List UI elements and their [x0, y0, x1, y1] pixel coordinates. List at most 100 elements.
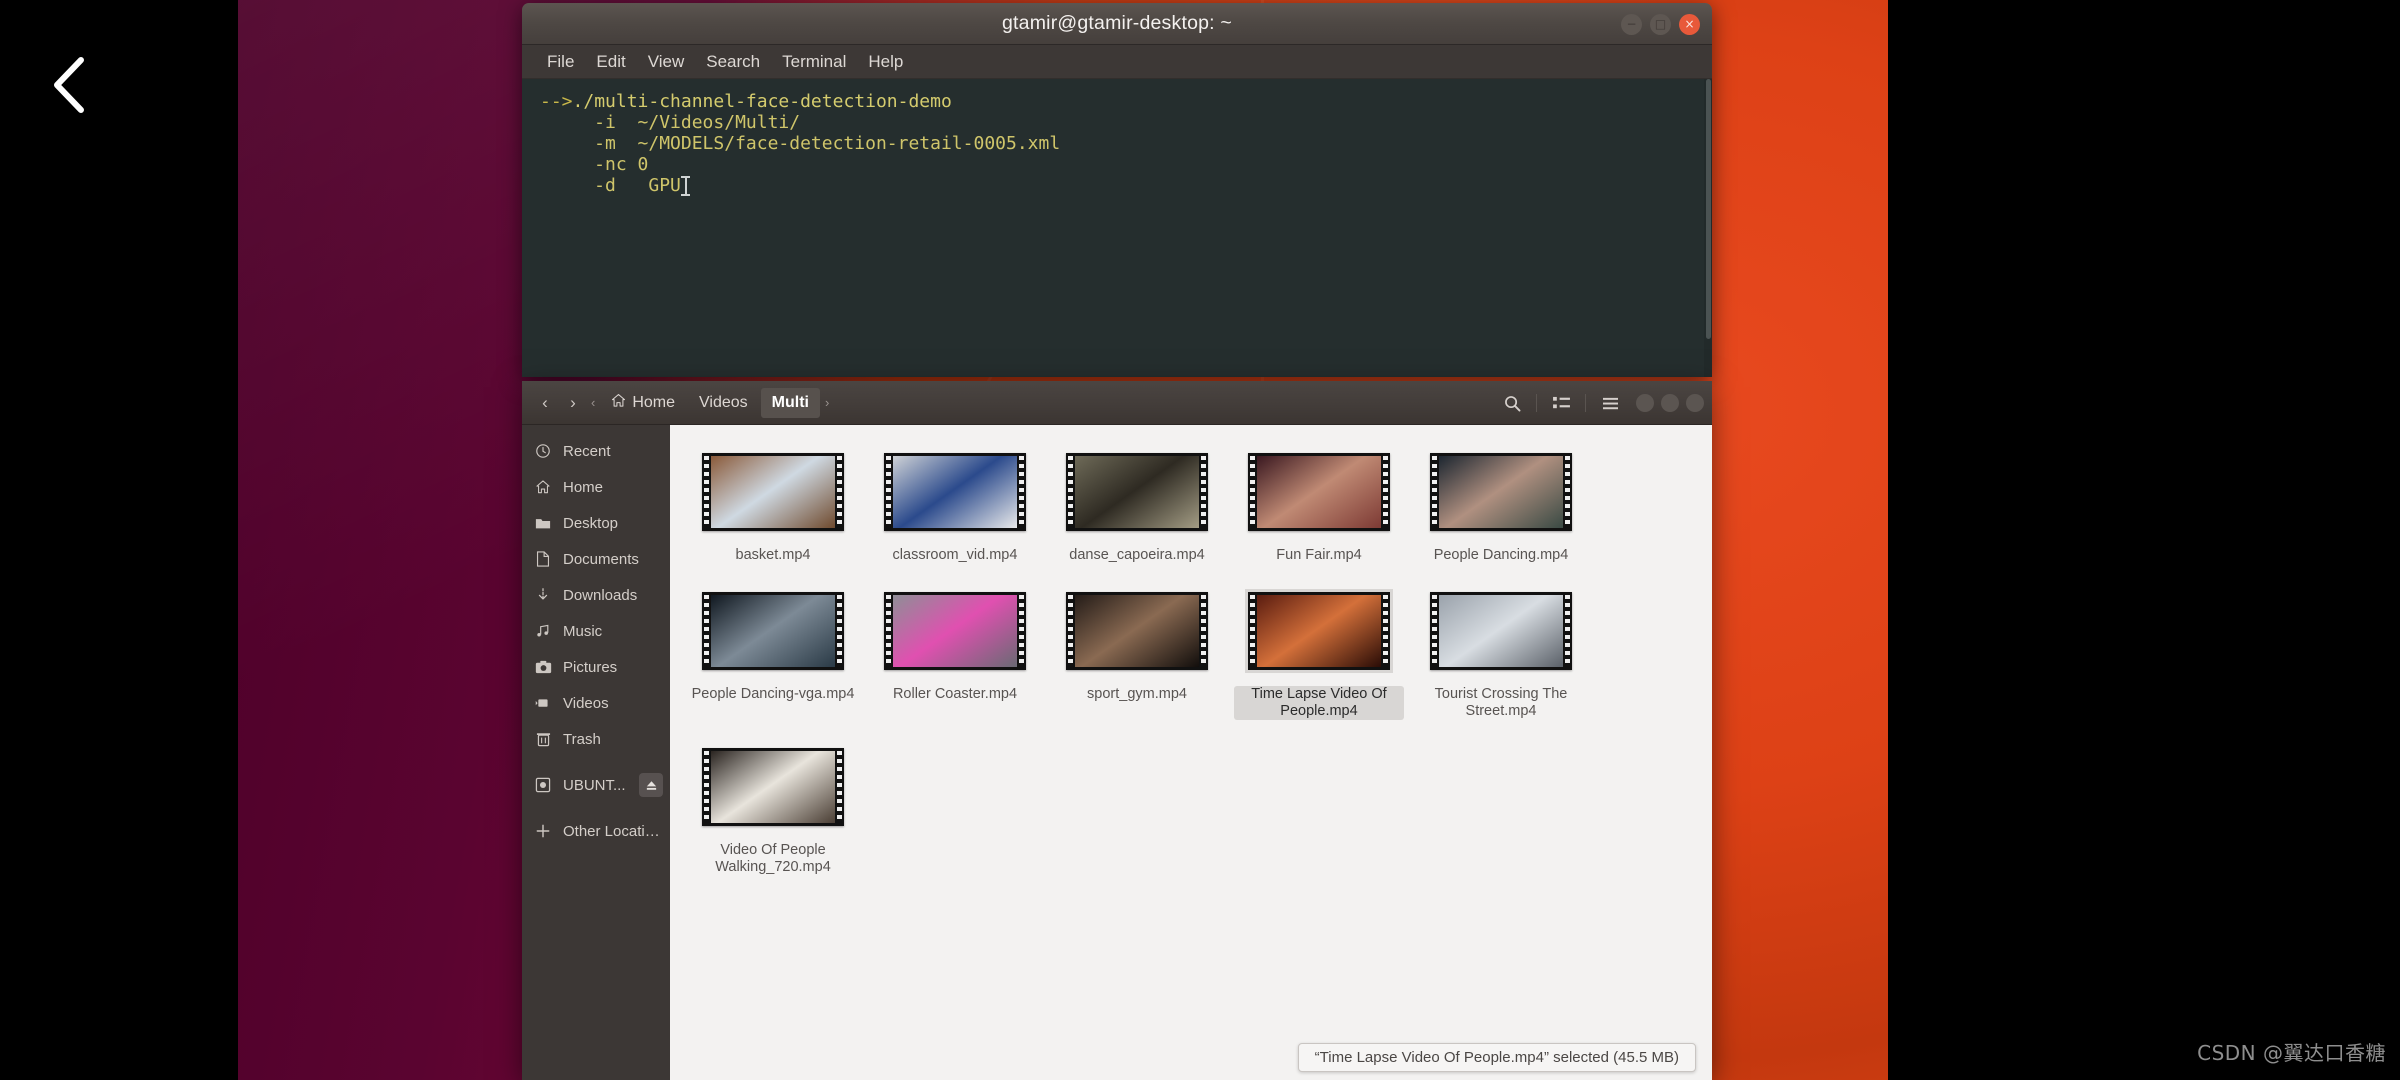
- menu-item-terminal[interactable]: Terminal: [771, 49, 857, 75]
- film-perforations: [1430, 595, 1439, 667]
- terminal-maximize-button[interactable]: □: [1650, 13, 1671, 35]
- terminal-output[interactable]: -->./multi-channel-face-detection-demo -…: [522, 79, 1712, 377]
- search-icon: [1504, 395, 1520, 411]
- grid-view-button[interactable]: [1544, 388, 1578, 418]
- file-name-label: classroom_vid.mp4: [892, 547, 1018, 563]
- sidebar-item-label: Desktop: [563, 514, 619, 532]
- terminal-line: -nc 0: [522, 154, 1712, 175]
- video-frame: [893, 595, 1017, 667]
- toolbar-divider: [1536, 394, 1537, 412]
- sidebar-item-other-locations[interactable]: Other Locations: [522, 813, 670, 849]
- download-icon: [534, 586, 552, 604]
- file-item[interactable]: People Dancing-vga.mp4: [682, 574, 864, 730]
- file-item[interactable]: Roller Coaster.mp4: [864, 574, 1046, 730]
- film-strip-icon: [884, 453, 1026, 531]
- menu-item-help[interactable]: Help: [857, 49, 914, 75]
- file-item[interactable]: Fun Fair.mp4: [1228, 435, 1410, 574]
- film-strip-icon: [1245, 589, 1393, 673]
- menu-item-search[interactable]: Search: [695, 49, 771, 75]
- file-name-label: Roller Coaster.mp4: [892, 686, 1018, 702]
- menu-item-file[interactable]: File: [536, 49, 585, 75]
- hamburger-menu-icon: [1602, 397, 1618, 409]
- video-frame: [711, 456, 835, 528]
- file-item[interactable]: Time Lapse Video Of People.mp4: [1228, 574, 1410, 730]
- file-grid-pane[interactable]: basket.mp4 classroom_vid.mp4 danse_capoeir…: [670, 425, 1712, 1080]
- plus-icon: [534, 822, 552, 840]
- menu-item-view[interactable]: View: [637, 49, 696, 75]
- sidebar-item-trash[interactable]: Trash: [522, 721, 670, 757]
- menu-button[interactable]: [1593, 388, 1627, 418]
- terminal-arg: -i ~/Videos/Multi/: [540, 112, 801, 133]
- sidebar-item-downloads[interactable]: Downloads: [522, 577, 670, 613]
- file-manager-window[interactable]: ‹ › ‹ Home Videos Multi › Recent Home De…: [522, 381, 1712, 1080]
- fm-maximize-button[interactable]: [1661, 394, 1679, 412]
- file-name-label: Time Lapse Video Of People.mp4: [1234, 686, 1404, 720]
- terminal-window-controls: − □ ×: [1621, 3, 1700, 45]
- terminal-scrollbar[interactable]: [1704, 79, 1712, 377]
- status-bar: “Time Lapse Video Of People.mp4” selecte…: [1297, 1043, 1696, 1072]
- home-icon: [534, 478, 552, 496]
- breadcrumb-home[interactable]: Home: [600, 388, 686, 418]
- breadcrumb-multi-label: Multi: [771, 393, 809, 411]
- breadcrumb-next-arrow[interactable]: ›: [822, 395, 832, 410]
- screen: gtamir@gtamir-desktop: ~ − □ × File Edit…: [0, 0, 2400, 1080]
- terminal-command: ./multi-channel-face-detection-demo: [572, 91, 952, 112]
- terminal-close-button[interactable]: ×: [1679, 13, 1700, 35]
- sidebar-item-recent[interactable]: Recent: [522, 433, 670, 469]
- sidebar-item-home[interactable]: Home: [522, 469, 670, 505]
- file-thumbnail: [1430, 443, 1572, 541]
- film-perforations: [884, 595, 893, 667]
- sidebar-divider: [522, 757, 670, 767]
- film-perforations: [1563, 595, 1572, 667]
- film-strip-icon: [1430, 592, 1572, 670]
- file-manager-header: ‹ › ‹ Home Videos Multi ›: [522, 381, 1712, 425]
- fm-minimize-button[interactable]: [1636, 394, 1654, 412]
- file-item[interactable]: Video Of People Walking_720.mp4: [682, 730, 864, 886]
- sidebar-item-music[interactable]: Music: [522, 613, 670, 649]
- file-thumbnail: [1245, 582, 1393, 680]
- terminal-line: -->./multi-channel-face-detection-demo: [522, 91, 1712, 112]
- chevron-left-icon: [54, 57, 84, 113]
- sidebar-item-ubuntu-drive[interactable]: UBUNT...: [522, 767, 670, 803]
- file-item[interactable]: sport_gym.mp4: [1046, 574, 1228, 730]
- file-item[interactable]: danse_capoeira.mp4: [1046, 435, 1228, 574]
- music-note-icon: [534, 622, 552, 640]
- breadcrumb-videos[interactable]: Videos: [688, 388, 759, 418]
- search-button[interactable]: [1495, 388, 1529, 418]
- file-name-label: Tourist Crossing The Street.mp4: [1434, 686, 1568, 719]
- film-perforations: [1381, 456, 1390, 528]
- file-item[interactable]: People Dancing.mp4: [1410, 435, 1592, 574]
- menu-item-edit[interactable]: Edit: [585, 49, 636, 75]
- file-thumbnail: [702, 582, 844, 680]
- terminal-minimize-button[interactable]: −: [1621, 13, 1642, 35]
- breadcrumb-prev-arrow[interactable]: ‹: [588, 395, 598, 410]
- sidebar-item-videos[interactable]: Videos: [522, 685, 670, 721]
- video-camera-icon: [534, 694, 552, 712]
- sidebar-item-pictures[interactable]: Pictures: [522, 649, 670, 685]
- video-frame: [893, 456, 1017, 528]
- film-perforations: [1066, 595, 1075, 667]
- fm-close-button[interactable]: [1686, 394, 1704, 412]
- forward-button[interactable]: ›: [560, 389, 586, 417]
- breadcrumb-home-label: Home: [632, 393, 676, 411]
- terminal-window[interactable]: gtamir@gtamir-desktop: ~ − □ × File Edit…: [522, 3, 1712, 377]
- terminal-titlebar[interactable]: gtamir@gtamir-desktop: ~ − □ ×: [522, 3, 1712, 45]
- film-perforations: [835, 595, 844, 667]
- back-button[interactable]: ‹: [532, 389, 558, 417]
- file-thumbnail: [702, 738, 844, 836]
- nav-prev-button[interactable]: [30, 40, 110, 130]
- home-icon: [611, 393, 626, 413]
- breadcrumb-multi[interactable]: Multi: [760, 387, 820, 418]
- video-frame: [1439, 595, 1563, 667]
- film-perforations: [1563, 456, 1572, 528]
- terminal-arg: -d GPU: [540, 175, 681, 196]
- sidebar-item-documents[interactable]: Documents: [522, 541, 670, 577]
- eject-button[interactable]: [639, 773, 663, 797]
- film-perforations: [1017, 456, 1026, 528]
- file-item[interactable]: classroom_vid.mp4: [864, 435, 1046, 574]
- scrollbar-thumb[interactable]: [1706, 79, 1711, 339]
- file-item[interactable]: basket.mp4: [682, 435, 864, 574]
- sidebar-item-desktop[interactable]: Desktop: [522, 505, 670, 541]
- file-item[interactable]: Tourist Crossing The Street.mp4: [1410, 574, 1592, 730]
- terminal-line: -m ~/MODELS/face-detection-retail-0005.x…: [522, 133, 1712, 154]
